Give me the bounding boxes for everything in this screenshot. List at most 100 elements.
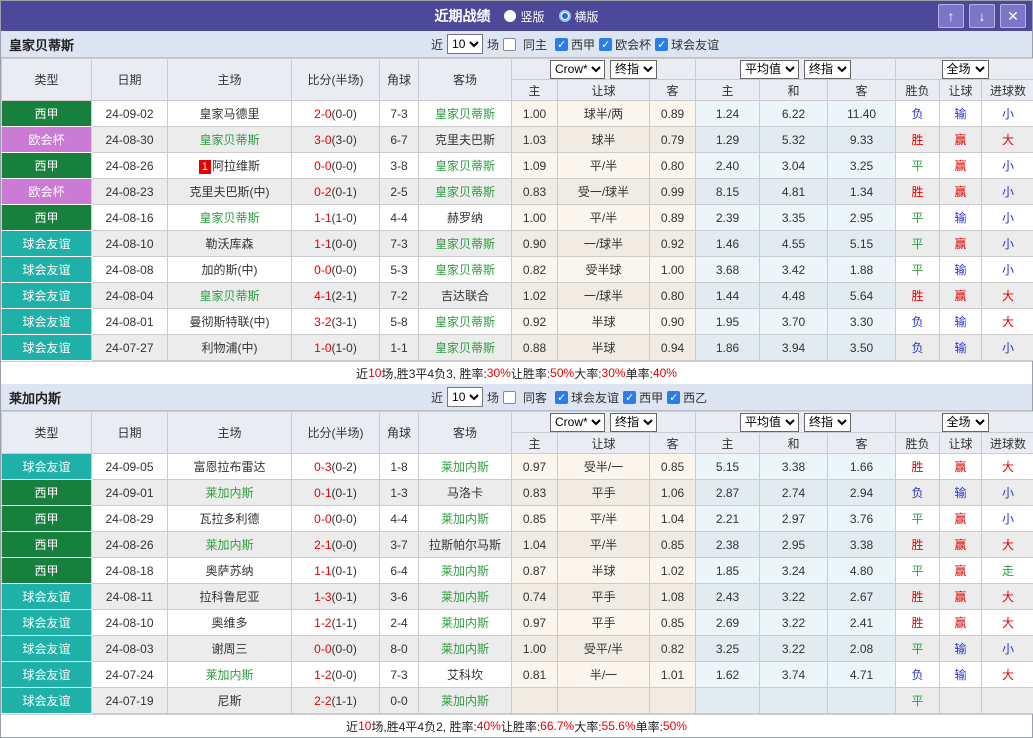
home-team-name: 尼斯 <box>217 694 241 708</box>
corner-cell: 2-4 <box>380 610 419 636</box>
result-wdl-cell: 平 <box>896 636 940 662</box>
match-type-cell: 西甲 <box>2 101 92 127</box>
home-team-cell: 1阿拉维斯 <box>168 153 292 179</box>
corner-cell: 4-4 <box>380 506 419 532</box>
crow-away-odds-cell: 1.02 <box>650 558 696 584</box>
same-venue-checkbox[interactable] <box>503 38 516 51</box>
match-row: 球会友谊24-08-10奥维多1-2(1-1)2-4莱加内斯0.97平手0.85… <box>2 610 1033 636</box>
avg-away-odds-cell: 1.34 <box>828 179 896 205</box>
close-button[interactable]: ✕ <box>1000 4 1026 28</box>
final-odds-select-2[interactable]: 终指 <box>804 413 851 432</box>
home-team-cell: 尼斯 <box>168 688 292 714</box>
radio-vertical-layout[interactable]: 竖版 <box>504 8 544 25</box>
match-row: 球会友谊24-08-04皇家贝蒂斯4-1(2-1)7-2吉达联合1.02一/球半… <box>2 283 1033 309</box>
same-venue-checkbox[interactable] <box>503 391 516 404</box>
result-goals-cell: 小 <box>982 153 1033 179</box>
league-checkbox[interactable] <box>623 391 636 404</box>
league-checkbox[interactable] <box>667 391 680 404</box>
window-buttons: ↑ ↓ ✕ <box>938 4 1026 28</box>
away-team-cell: 皇家贝蒂斯 <box>419 179 512 205</box>
avg-home-odds-cell: 2.21 <box>696 506 760 532</box>
summary-bar: 近10场,胜4平4负2, 胜率:40% 让胜率:66.7% 大率:55.6% 单… <box>1 714 1032 737</box>
away-team-name: 莱加内斯 <box>441 460 489 474</box>
final-odds-select[interactable]: 终指 <box>610 60 657 79</box>
match-date-cell: 24-08-04 <box>92 283 168 309</box>
handicap-cell: 半/一 <box>558 662 650 688</box>
away-team-name: 莱加内斯 <box>441 564 489 578</box>
match-date-cell: 24-07-24 <box>92 662 168 688</box>
col-header-corner: 角球 <box>380 59 419 101</box>
games-label: 场 <box>487 36 499 53</box>
avg-home-odds-cell: 1.85 <box>696 558 760 584</box>
halftime-score: (0-0) <box>332 512 357 526</box>
league-checkbox[interactable] <box>555 391 568 404</box>
crow-away-odds-cell: 0.99 <box>650 179 696 205</box>
filter-controls: 近 10 场 同主 西甲欧会杯球会友谊 <box>431 31 723 57</box>
home-team-cell: 莱加内斯 <box>168 532 292 558</box>
avg-away-odds-cell: 2.95 <box>828 205 896 231</box>
radio-selected-icon[interactable] <box>559 10 571 22</box>
average-odds-select[interactable]: 平均值 <box>740 60 799 79</box>
halftime-score: (0-0) <box>332 668 357 682</box>
fulltime-score: 0-0 <box>314 642 331 656</box>
league-checkbox[interactable] <box>555 38 568 51</box>
full-match-select[interactable]: 全场 <box>942 60 989 79</box>
home-team-cell: 瓦拉多利德 <box>168 506 292 532</box>
avg-draw-odds-cell: 2.74 <box>760 480 828 506</box>
move-down-button[interactable]: ↓ <box>969 4 995 28</box>
summary-segment: 让胜率: <box>501 718 540 735</box>
halftime-score: (1-0) <box>332 341 357 355</box>
crow-home-odds-cell: 0.88 <box>512 335 558 361</box>
full-match-select[interactable]: 全场 <box>942 413 989 432</box>
average-odds-select[interactable]: 平均值 <box>740 413 799 432</box>
match-date-cell: 24-08-03 <box>92 636 168 662</box>
radio-horizontal-layout[interactable]: 横版 <box>559 8 599 25</box>
avg-away-odds-cell: 2.67 <box>828 584 896 610</box>
radio-unselected-icon[interactable] <box>504 10 516 22</box>
result-handicap-cell: 赢 <box>940 283 982 309</box>
result-handicap-cell: 赢 <box>940 584 982 610</box>
result-wdl-cell: 负 <box>896 101 940 127</box>
away-team-cell: 莱加内斯 <box>419 688 512 714</box>
summary-segment: 大率: <box>574 365 601 382</box>
crow-away-odds-cell: 0.80 <box>650 153 696 179</box>
league-checkbox[interactable] <box>599 38 612 51</box>
corner-cell: 7-3 <box>380 662 419 688</box>
final-odds-select[interactable]: 终指 <box>610 413 657 432</box>
handicap-cell: 平手 <box>558 610 650 636</box>
match-row: 球会友谊24-07-19尼斯2-2(1-1)0-0莱加内斯平 <box>2 688 1033 714</box>
home-team-name: 富恩拉布雷达 <box>193 460 265 474</box>
move-up-button[interactable]: ↑ <box>938 4 964 28</box>
halftime-score: (0-1) <box>332 590 357 604</box>
match-count-select[interactable]: 10 <box>447 387 483 407</box>
home-team-name: 曼彻斯特联(中) <box>190 315 270 329</box>
sub-header: 胜负 <box>896 80 940 101</box>
home-team-cell: 皇家贝蒂斯 <box>168 205 292 231</box>
league-checkbox-label: 球会友谊 <box>671 38 719 52</box>
result-wdl-cell: 负 <box>896 309 940 335</box>
home-team-name: 莱加内斯 <box>205 668 253 682</box>
final-odds-select-2[interactable]: 终指 <box>804 60 851 79</box>
match-date-cell: 24-08-26 <box>92 532 168 558</box>
result-goals-cell: 大 <box>982 610 1033 636</box>
handicap-cell: 平手 <box>558 584 650 610</box>
score-cell: 1-2(1-1) <box>292 610 380 636</box>
home-team-cell: 莱加内斯 <box>168 480 292 506</box>
panel-title: 近期战绩 <box>434 6 490 26</box>
summary-segment: 40% <box>477 719 501 733</box>
avg-home-odds-cell: 2.38 <box>696 532 760 558</box>
match-row: 西甲24-09-02皇家马德里2-0(0-0)7-3皇家贝蒂斯1.00球半/两0… <box>2 101 1033 127</box>
fulltime-score: 0-2 <box>314 185 331 199</box>
sub-header: 主 <box>512 80 558 101</box>
halftime-score: (0-1) <box>332 486 357 500</box>
crow-home-odds-cell <box>512 688 558 714</box>
bookmaker-select[interactable]: Crow* <box>550 60 605 79</box>
sub-header: 和 <box>760 433 828 454</box>
league-checkbox[interactable] <box>655 38 668 51</box>
match-count-select[interactable]: 10 <box>447 34 483 54</box>
bookmaker-select[interactable]: Crow* <box>550 413 605 432</box>
match-type-cell: 欧会杯 <box>2 179 92 205</box>
away-team-name: 克里夫巴斯 <box>435 133 495 147</box>
score-cell: 2-2(1-1) <box>292 688 380 714</box>
halftime-score: (0-1) <box>332 185 357 199</box>
